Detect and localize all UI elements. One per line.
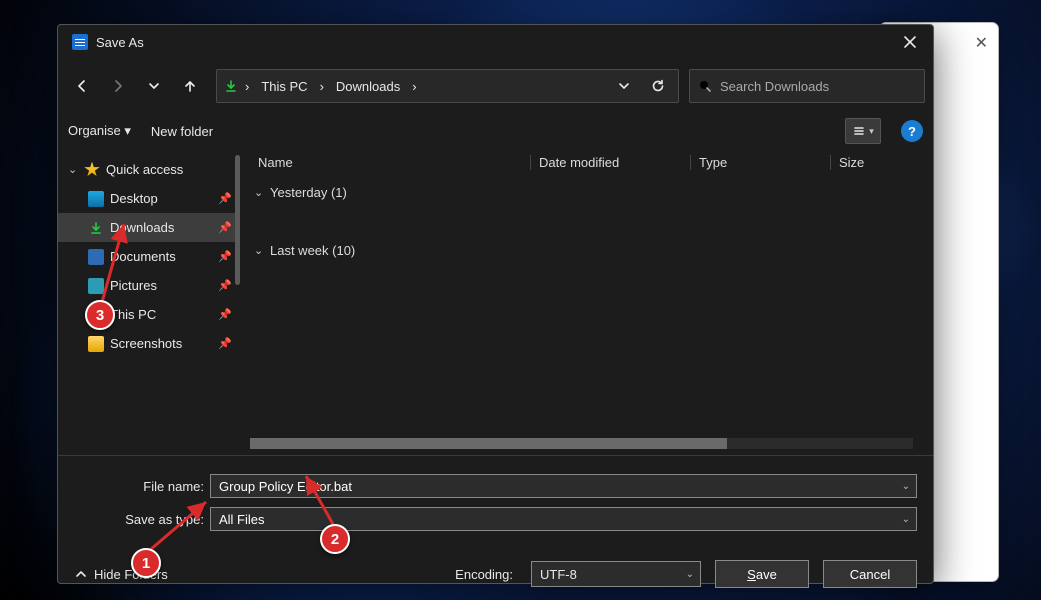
search-input[interactable]: Search Downloads: [689, 69, 925, 103]
up-button[interactable]: [174, 68, 206, 104]
dialog-title: Save As: [96, 35, 144, 50]
annotation-badge-2: 2: [320, 524, 350, 554]
sidebar-item-pictures[interactable]: Pictures 📌: [58, 271, 240, 300]
pin-icon: 📌: [218, 279, 232, 292]
cancel-button[interactable]: Cancel: [823, 560, 917, 588]
new-folder-button[interactable]: New folder: [151, 124, 213, 139]
column-date[interactable]: Date modified: [530, 155, 690, 170]
filename-input[interactable]: Group Policy Editor.bat ⌄: [210, 474, 917, 498]
chevron-down-icon[interactable]: ⌄: [902, 481, 910, 492]
chevron-right-icon: ›: [320, 79, 324, 94]
pictures-icon: [88, 278, 104, 294]
horizontal-scrollbar[interactable]: [250, 438, 913, 449]
folder-icon: [88, 336, 104, 352]
sidebar-item-quick-access[interactable]: ⌄ Quick access: [58, 155, 240, 184]
close-icon[interactable]: ✕: [975, 33, 988, 53]
address-dropdown-button[interactable]: [610, 69, 638, 103]
sidebar: ⌄ Quick access Desktop 📌 Downloads 📌 Doc…: [58, 149, 240, 455]
pin-icon: 📌: [218, 221, 232, 234]
column-headers[interactable]: Name Date modified Type Size: [250, 149, 923, 177]
save-as-dialog: Save As › This PC › Downloads ›: [57, 24, 934, 584]
pin-icon: 📌: [218, 250, 232, 263]
download-icon: [223, 78, 239, 94]
chevron-down-icon: ⌄: [68, 163, 78, 176]
file-group[interactable]: ⌄ Last week (10): [250, 235, 923, 265]
encoding-select[interactable]: UTF-8 ⌄: [531, 561, 701, 587]
sidebar-item-screenshots[interactable]: Screenshots 📌: [58, 329, 240, 358]
recent-locations-button[interactable]: [138, 68, 170, 104]
chevron-up-icon: [74, 567, 88, 581]
sidebar-item-desktop[interactable]: Desktop 📌: [58, 184, 240, 213]
view-options-button[interactable]: ▾: [845, 118, 881, 144]
annotation-badge-3: 3: [85, 300, 115, 330]
column-size[interactable]: Size: [830, 155, 923, 170]
filename-label: File name:: [74, 479, 204, 494]
chevron-down-icon: ⌄: [254, 244, 264, 257]
sidebar-item-downloads[interactable]: Downloads 📌: [58, 213, 240, 242]
star-icon: [84, 162, 100, 178]
back-button[interactable]: [66, 68, 98, 104]
breadcrumb[interactable]: This PC: [255, 77, 313, 96]
file-group[interactable]: ⌄ Yesterday (1): [250, 177, 923, 207]
organise-menu[interactable]: Organise ▾: [68, 123, 131, 139]
chevron-down-icon: ⌄: [254, 186, 264, 199]
annotation-badge-1: 1: [131, 548, 161, 578]
notepad-app-icon: [72, 34, 88, 50]
save-text: ave: [756, 567, 777, 582]
refresh-button[interactable]: [644, 69, 672, 103]
pin-icon: 📌: [218, 192, 232, 205]
address-bar[interactable]: › This PC › Downloads ›: [216, 69, 679, 103]
chevron-down-icon[interactable]: ⌄: [902, 514, 910, 525]
breadcrumb[interactable]: Downloads: [330, 77, 406, 96]
desktop-icon: [88, 191, 104, 207]
column-name[interactable]: Name: [250, 155, 530, 170]
close-button[interactable]: [887, 25, 933, 59]
search-icon: [698, 79, 712, 93]
savetype-select[interactable]: All Files ⌄: [210, 507, 917, 531]
chevron-right-icon: ›: [245, 79, 249, 94]
file-list[interactable]: Name Date modified Type Size ⌄ Yesterday…: [240, 149, 933, 455]
documents-icon: [88, 249, 104, 265]
encoding-label: Encoding:: [455, 567, 513, 582]
savetype-label: Save as type:: [74, 512, 204, 527]
forward-button[interactable]: [102, 68, 134, 104]
sidebar-item-documents[interactable]: Documents 📌: [58, 242, 240, 271]
column-type[interactable]: Type: [690, 155, 830, 170]
download-icon: [88, 220, 104, 236]
help-button[interactable]: ?: [901, 120, 923, 142]
pin-icon: 📌: [218, 337, 232, 350]
titlebar: Save As: [58, 25, 933, 59]
chevron-right-icon: ›: [412, 79, 416, 94]
pin-icon: 📌: [218, 308, 232, 321]
chevron-down-icon[interactable]: ⌄: [686, 569, 694, 580]
save-button[interactable]: Save: [715, 560, 809, 588]
